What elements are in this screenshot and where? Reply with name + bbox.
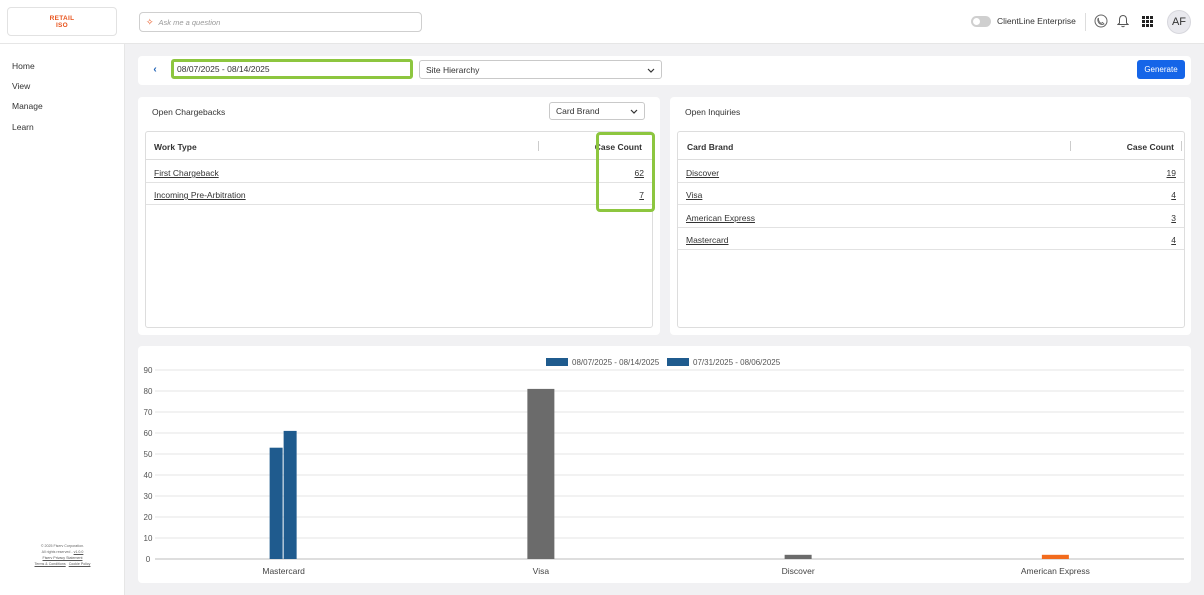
legend-swatch xyxy=(667,358,689,366)
phone-icon[interactable] xyxy=(1092,12,1110,30)
cookie-link[interactable]: Cookie Policy xyxy=(69,562,91,566)
x-tick-label: Discover xyxy=(782,566,815,576)
back-chevron-icon[interactable]: ‹ xyxy=(148,62,162,76)
top-bar: RETAIL ISO ✧ Ask me a question ClientLin… xyxy=(0,0,1204,44)
chargebacks-table: Work Type Case Count First Chargeback 62… xyxy=(145,131,653,328)
y-tick-label: 60 xyxy=(144,429,153,438)
card-brand-link[interactable]: Discover xyxy=(686,168,719,178)
case-count-link[interactable]: 4 xyxy=(1171,235,1176,245)
site-hierarchy-select[interactable]: Site Hierarchy xyxy=(419,60,662,79)
col-card-brand[interactable]: Card Brand xyxy=(687,142,733,152)
panel-title: Open Chargebacks xyxy=(152,107,226,117)
y-tick-label: 90 xyxy=(144,366,153,375)
table-row: Discover 19 xyxy=(678,161,1184,183)
sidebar-item-manage[interactable]: Manage xyxy=(12,101,43,111)
y-tick-label: 10 xyxy=(144,534,153,543)
bar-chart: 0 10 20 30 40 50 60 70 80 90 Mastercard Visa Discove… xyxy=(144,358,1184,576)
date-range-input[interactable]: 08/07/2025 - 08/14/2025 xyxy=(171,59,413,79)
clientline-toggle[interactable] xyxy=(971,16,991,27)
sidebar-item-view[interactable]: View xyxy=(12,81,30,91)
sparkle-icon: ✧ xyxy=(146,16,154,27)
card-brand-link[interactable]: Mastercard xyxy=(686,235,729,245)
apps-grid-icon[interactable] xyxy=(1138,12,1156,30)
sidebar-footer: © 2025 Fiserv Corporation. All rights re… xyxy=(0,543,125,567)
column-divider xyxy=(538,141,539,151)
panel-title: Open Inquiries xyxy=(685,107,741,117)
column-divider xyxy=(1070,141,1071,151)
legend-label: 07/31/2025 - 08/06/2025 xyxy=(693,358,781,367)
table-row: Visa 4 xyxy=(678,183,1184,205)
toggle-label: ClientLine Enterprise xyxy=(997,16,1076,26)
y-tick-label: 0 xyxy=(146,555,151,564)
bar-visa xyxy=(527,388,555,559)
table-header: Card Brand Case Count xyxy=(678,132,1184,160)
column-divider xyxy=(1181,141,1182,151)
version-link[interactable]: v1.0.0 xyxy=(74,550,84,554)
bar-discover xyxy=(784,554,812,559)
card-brand-select[interactable]: Card Brand xyxy=(549,102,645,120)
sidebar-item-home[interactable]: Home xyxy=(12,61,35,71)
table-row: First Chargeback 62 xyxy=(146,161,652,183)
terms-link[interactable]: Terms & Conditions xyxy=(35,562,66,566)
col-case-count[interactable]: Case Count xyxy=(1127,142,1174,152)
work-type-link[interactable]: Incoming Pre-Arbitration xyxy=(154,190,246,200)
x-tick-label: Mastercard xyxy=(262,566,305,576)
x-tick-label: Visa xyxy=(533,566,550,576)
ask-question-input[interactable]: ✧ Ask me a question xyxy=(139,12,422,32)
bell-icon[interactable] xyxy=(1114,12,1132,30)
y-tick-label: 70 xyxy=(144,408,153,417)
inquiries-table: Card Brand Case Count Discover 19 Visa 4… xyxy=(677,131,1185,328)
rights-text: All rights reserved xyxy=(41,550,71,554)
privacy-link[interactable]: Fiserv Privacy Statement xyxy=(43,556,83,560)
legend-label: 08/07/2025 - 08/14/2025 xyxy=(572,358,660,367)
avatar[interactable]: AF xyxy=(1167,10,1191,34)
table-header: Work Type Case Count xyxy=(146,132,652,160)
bar-mastercard xyxy=(269,447,283,559)
sidebar-item-learn[interactable]: Learn xyxy=(12,122,34,132)
card-brand-link[interactable]: Visa xyxy=(686,190,702,200)
y-tick-label: 40 xyxy=(144,471,153,480)
case-count-link[interactable]: 4 xyxy=(1171,190,1176,200)
y-tick-label: 80 xyxy=(144,387,153,396)
bar-american-express xyxy=(1041,554,1069,559)
legend-swatch xyxy=(546,358,568,366)
generate-button[interactable]: Generate xyxy=(1137,60,1185,79)
logo-line2: ISO xyxy=(55,21,69,29)
case-count-highlight xyxy=(596,132,655,212)
work-type-link[interactable]: First Chargeback xyxy=(154,168,219,178)
logo[interactable]: RETAIL ISO xyxy=(7,7,117,36)
logo-line1: RETAIL xyxy=(49,14,75,22)
table-row: American Express 3 xyxy=(678,206,1184,228)
col-work-type[interactable]: Work Type xyxy=(154,142,197,152)
sidebar: Home View Manage Learn © 2025 Fiserv Cor… xyxy=(0,44,125,595)
table-row: Mastercard 4 xyxy=(678,228,1184,250)
card-brand-link[interactable]: American Express xyxy=(686,213,755,223)
x-tick-label: American Express xyxy=(1021,566,1090,576)
y-tick-label: 30 xyxy=(144,492,153,501)
card-brand-value: Card Brand xyxy=(556,106,600,116)
bar-mastercard xyxy=(283,430,297,559)
chevron-down-icon xyxy=(647,65,655,75)
case-count-link[interactable]: 3 xyxy=(1171,213,1176,223)
divider xyxy=(1085,13,1086,31)
table-row: Incoming Pre-Arbitration 7 xyxy=(146,183,652,205)
y-tick-label: 20 xyxy=(144,513,153,522)
case-count-link[interactable]: 19 xyxy=(1167,168,1176,178)
chevron-down-icon xyxy=(630,106,638,116)
y-tick-label: 50 xyxy=(144,450,153,459)
ask-placeholder: Ask me a question xyxy=(158,17,221,27)
site-hierarchy-value: Site Hierarchy xyxy=(426,64,480,75)
